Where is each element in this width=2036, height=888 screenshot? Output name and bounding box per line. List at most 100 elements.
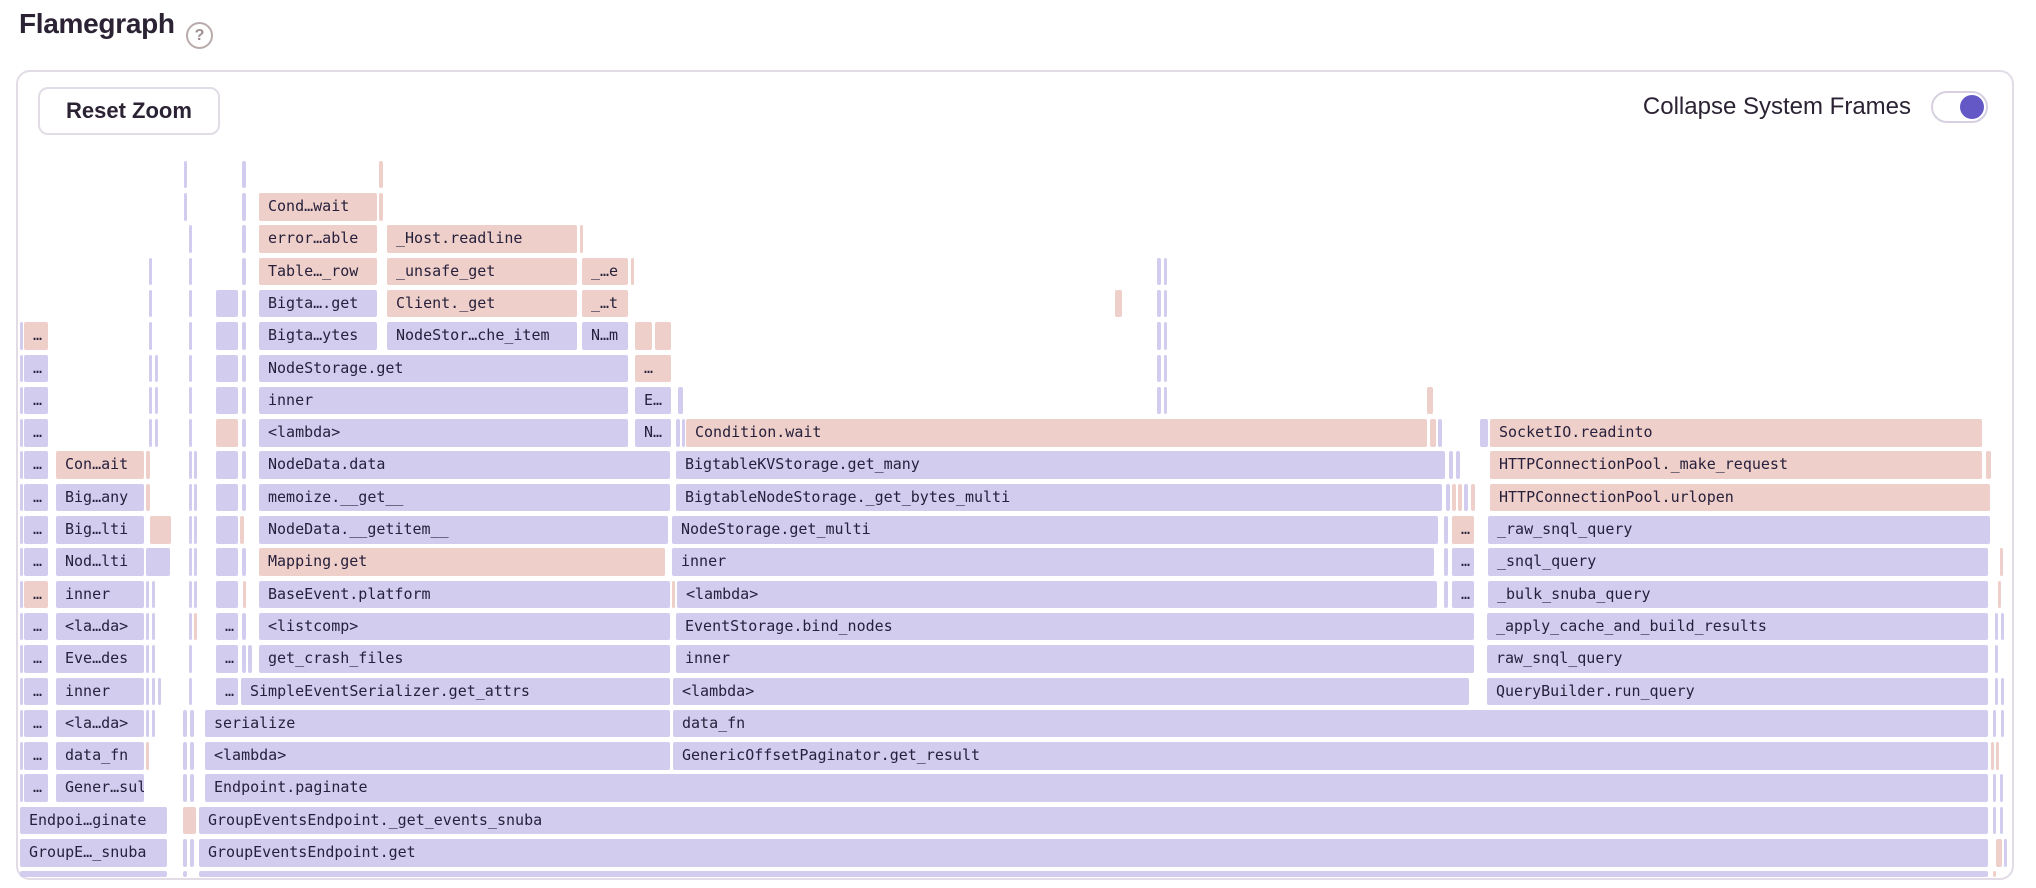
flame-bar[interactable] <box>242 258 246 286</box>
flame-bar[interactable] <box>678 387 683 415</box>
flame-bar[interactable]: … <box>24 419 48 447</box>
flame-bar[interactable] <box>1157 355 1161 383</box>
flame-bar[interactable] <box>184 161 187 189</box>
flame-bar[interactable] <box>1995 645 1998 673</box>
flame-bar[interactable] <box>158 678 161 706</box>
flame-bar[interactable] <box>216 290 238 318</box>
flame-bar[interactable] <box>242 225 246 253</box>
flame-bar[interactable]: Endpoi…ginate <box>20 807 167 835</box>
flame-bar[interactable]: … <box>216 613 238 641</box>
flame-bar[interactable] <box>1480 419 1488 447</box>
flame-bar[interactable] <box>194 548 197 576</box>
flame-bar[interactable] <box>242 613 246 641</box>
flame-bar[interactable]: <la…da> <box>56 710 144 738</box>
flame-bar[interactable] <box>190 774 194 802</box>
flame-bar[interactable] <box>155 419 158 447</box>
flame-bar[interactable]: <listcomp> <box>259 613 670 641</box>
flame-bar[interactable]: <lambda> <box>677 581 1437 609</box>
flame-bar[interactable] <box>2001 678 2004 706</box>
flame-bar[interactable] <box>1444 581 1448 609</box>
flame-bar[interactable] <box>20 484 23 512</box>
flame-bar[interactable] <box>1449 451 1453 479</box>
flame-bar[interactable] <box>189 387 192 415</box>
flame-bar[interactable] <box>216 387 238 415</box>
flame-bar[interactable] <box>190 742 194 770</box>
flame-bar[interactable] <box>189 451 192 479</box>
flame-bar[interactable]: SimpleEventSerializer.get_attrs <box>241 678 670 706</box>
flame-bar[interactable] <box>243 581 246 609</box>
flame-bar[interactable] <box>146 581 149 609</box>
flame-bar[interactable] <box>20 710 23 738</box>
flame-bar[interactable]: … <box>1452 581 1474 609</box>
flame-bar[interactable] <box>194 484 197 512</box>
flame-bar[interactable] <box>1427 387 1433 415</box>
flame-bar[interactable]: Big…any <box>56 484 144 512</box>
flame-bar[interactable] <box>20 516 23 544</box>
flame-bar[interactable] <box>1995 613 1998 641</box>
flame-bar[interactable]: Condition.wait <box>686 419 1427 447</box>
flame-bar[interactable] <box>146 613 149 641</box>
flame-bar[interactable]: GroupE…_snuba <box>20 839 167 867</box>
flame-bar[interactable] <box>189 322 192 350</box>
flame-bar[interactable] <box>676 419 680 447</box>
flame-bar[interactable]: … <box>635 355 671 383</box>
flame-bar[interactable]: BigtableKVStorage.get_many <box>676 451 1445 479</box>
flame-bar[interactable]: inner <box>56 581 144 609</box>
flame-bar[interactable] <box>189 613 192 641</box>
flame-bar[interactable] <box>189 645 192 673</box>
flame-bar[interactable] <box>379 161 383 189</box>
flame-bar[interactable]: … <box>24 322 48 350</box>
flame-bar[interactable]: inner <box>676 645 1474 673</box>
flame-bar[interactable]: _raw_snql_query <box>1488 516 1990 544</box>
flame-bar[interactable] <box>150 516 171 544</box>
flame-bar[interactable] <box>183 710 187 738</box>
flame-bar[interactable] <box>146 451 150 479</box>
flame-bar[interactable] <box>189 548 192 576</box>
flame-bar[interactable] <box>20 419 23 447</box>
flame-bar[interactable] <box>20 451 23 479</box>
flame-bar[interactable] <box>216 581 238 609</box>
flame-bar[interactable] <box>1115 290 1122 318</box>
flame-bar[interactable] <box>2001 613 2004 641</box>
flame-bar[interactable] <box>149 355 152 383</box>
flame-bar[interactable] <box>242 322 246 350</box>
flame-bar[interactable]: Cond…wait <box>259 193 377 221</box>
flame-bar[interactable]: … <box>24 548 48 576</box>
flame-bar[interactable]: … <box>24 645 48 673</box>
flame-bar[interactable] <box>155 355 158 383</box>
flame-bar[interactable]: inner <box>259 387 628 415</box>
flame-bar[interactable]: … <box>1452 516 1474 544</box>
flame-bar[interactable] <box>183 871 187 877</box>
flame-bar[interactable] <box>194 613 197 641</box>
flame-bar[interactable]: memoize.__get__ <box>259 484 670 512</box>
flame-bar[interactable] <box>20 871 167 877</box>
flame-bar[interactable] <box>216 516 238 544</box>
flame-bar[interactable] <box>1164 258 1167 286</box>
flame-bar[interactable] <box>183 839 187 867</box>
flame-bar[interactable] <box>580 225 583 253</box>
flame-bar[interactable]: NodeStorage.get_multi <box>672 516 1438 544</box>
flame-bar[interactable]: Endpoint.paginate <box>205 774 1988 802</box>
flame-bar[interactable] <box>682 419 685 447</box>
flame-bar[interactable] <box>146 742 149 770</box>
flame-bar[interactable] <box>189 225 192 253</box>
flame-bar[interactable]: _Host.readline <box>387 225 577 253</box>
flame-bar[interactable]: _unsafe_get <box>387 258 577 286</box>
flame-bar[interactable] <box>240 516 244 544</box>
flame-bar[interactable]: … <box>216 678 238 706</box>
flame-bar[interactable]: … <box>1452 548 1474 576</box>
flame-bar[interactable] <box>631 258 634 286</box>
flame-bar[interactable] <box>1996 742 1999 770</box>
flame-bar[interactable] <box>1991 742 1994 770</box>
flame-bar[interactable] <box>190 839 194 867</box>
flame-bar[interactable]: Table…_row <box>259 258 377 286</box>
flame-bar[interactable]: data_fn <box>56 742 144 770</box>
flame-bar[interactable]: GroupEventsEndpoint.get <box>199 839 1988 867</box>
flame-bar[interactable] <box>1993 774 1996 802</box>
flame-bar[interactable]: Bigta….get <box>259 290 377 318</box>
flame-bar[interactable] <box>146 484 150 512</box>
flame-bar[interactable] <box>2000 807 2003 835</box>
flame-bar[interactable] <box>1157 290 1161 318</box>
flame-bar[interactable]: … <box>24 451 48 479</box>
flame-bar[interactable] <box>1993 807 1996 835</box>
